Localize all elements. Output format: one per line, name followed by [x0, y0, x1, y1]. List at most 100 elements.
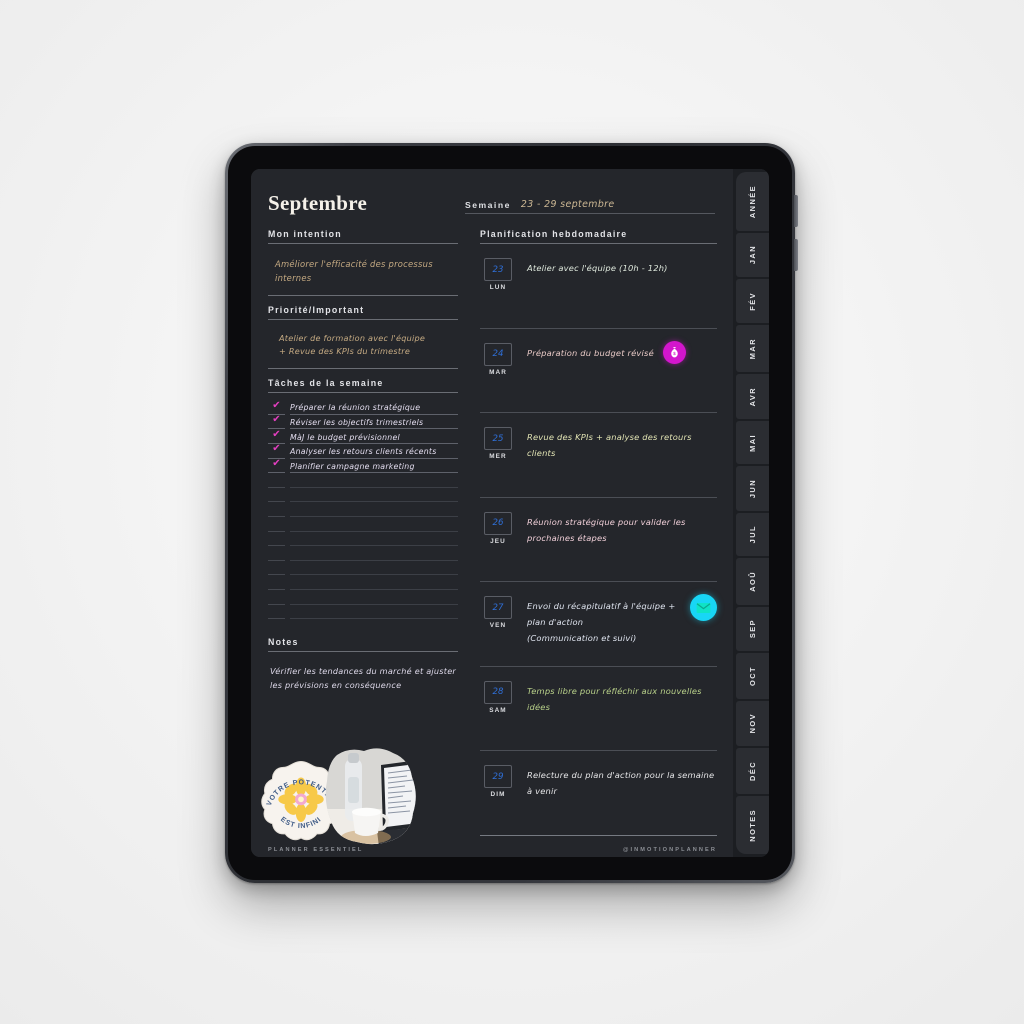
mail-icon[interactable]: [690, 594, 717, 621]
month-tab-mai[interactable]: MAI: [736, 420, 769, 465]
tablet-screen: Septembre Semaine 23 - 29 septembre Mon …: [251, 169, 769, 857]
day-row[interactable]: 29 DIM Relecture du plan d'action pour la …: [480, 751, 717, 836]
day-entry-text[interactable]: Revue des KPIs + analyse des retours cli…: [527, 429, 717, 461]
day-entry-text[interactable]: Envoi du récapitulatif à l'équipe + plan…: [527, 598, 681, 647]
day-entry-body: Préparation du budget révisé $: [513, 340, 717, 364]
day-name: MER: [489, 453, 507, 460]
content-columns: Mon intention Améliorer l'efficacité des…: [251, 229, 733, 857]
day-row[interactable]: 24 MAR Préparation du budget révisé $: [480, 329, 717, 413]
day-entry-text[interactable]: Relecture du plan d'action pour la semai…: [527, 767, 717, 799]
month-tab-oct[interactable]: OCT: [736, 653, 769, 699]
day-entry-text[interactable]: Réunion stratégique pour valider les pro…: [527, 514, 717, 546]
month-tab-sep[interactable]: SEP: [736, 606, 769, 652]
day-number: 27: [484, 596, 512, 619]
week-label: Semaine: [465, 200, 511, 210]
month-tab-label: NOV: [748, 713, 757, 734]
section-heading-priority: Priorité/Important: [268, 305, 458, 320]
month-tab-label: MAR: [748, 338, 757, 360]
day-row[interactable]: 23 LUN Atelier avec l'équipe (10h - 12h): [480, 244, 717, 329]
volume-up-button[interactable]: [794, 195, 798, 227]
task-checkbox-icon[interactable]: [268, 603, 285, 620]
month-tab-label: JUN: [748, 478, 757, 498]
day-name: JEU: [490, 537, 506, 545]
month-tab-rail: ANNÉE JAN FÉV MAR AVR MAI JUN JUL AOÛ SEP OCT NOV DÉ…: [733, 169, 769, 857]
weekly-day-list: 23 LUN Atelier avec l'équipe (10h - 12h) 24…: [480, 244, 717, 836]
day-number: 25: [484, 427, 512, 450]
day-entry-body: Réunion stratégique pour valider les pro…: [513, 512, 717, 546]
month-tab-label: SEP: [748, 619, 757, 639]
month-tab-dc[interactable]: DÉC: [736, 748, 769, 794]
month-tab-label: OCT: [748, 665, 757, 686]
month-tab-label: DÉC: [748, 761, 757, 782]
desk-photo: [325, 748, 416, 845]
footer-brand: PLANNER ESSENTIEL: [268, 847, 364, 853]
week-range-value[interactable]: 23 - 29 septembre: [521, 199, 615, 210]
tablet-bezel: Septembre Semaine 23 - 29 septembre Mon …: [228, 146, 792, 880]
task-label[interactable]: [290, 602, 458, 620]
month-tab-nov[interactable]: NOV: [736, 700, 769, 747]
page-header: Septembre Semaine 23 - 29 septembre: [251, 169, 733, 229]
day-number: 28: [484, 680, 512, 704]
month-tab-jul[interactable]: JUL: [736, 512, 769, 557]
month-tab-mar[interactable]: MAR: [736, 325, 769, 372]
day-entry-text[interactable]: Préparation du budget révisé: [527, 345, 654, 361]
volume-down-button[interactable]: [794, 239, 798, 271]
day-date-box: 26 JEU: [483, 511, 513, 545]
month-tab-label: AVR: [748, 386, 757, 407]
day-row[interactable]: 28 SAM Temps libre pour réfléchir aux nouv…: [480, 667, 717, 751]
day-row[interactable]: 26 JEU Réunion stratégique pour valider le…: [480, 498, 717, 582]
month-tab-label: JAN: [748, 245, 757, 265]
month-tab-label: MAI: [748, 433, 757, 452]
month-tab-label: AOÛ: [748, 571, 757, 592]
day-entry-text[interactable]: Temps libre pour réfléchir aux nouvelles…: [527, 683, 717, 715]
priority-text[interactable]: Atelier de formation avec l'équipe + Rev…: [268, 332, 458, 360]
day-entry-text[interactable]: Atelier avec l'équipe (10h - 12h): [527, 260, 668, 276]
day-date-box: 29 DIM: [483, 765, 513, 798]
footer-handle: @INMOTIONPLANNER: [622, 847, 717, 853]
divider-priority: [268, 368, 458, 370]
month-tab-notes[interactable]: NOTES: [736, 795, 769, 855]
day-row[interactable]: 25 MER Revue des KPIs + analyse des retour…: [480, 413, 717, 498]
section-heading-tasks: Tâches de la semaine: [268, 378, 458, 394]
day-date-box: 24 MAR: [483, 342, 513, 376]
day-row[interactable]: 27 VEN Envoi du récapitulatif à l'équipe +…: [480, 582, 717, 667]
tablet-device: Septembre Semaine 23 - 29 septembre Mon …: [225, 143, 798, 883]
day-entry-body: Envoi du récapitulatif à l'équipe + plan…: [513, 594, 717, 647]
right-column: Planification hebdomadaire 23 LUN Atelier …: [472, 229, 733, 857]
day-entry-body: Relecture du plan d'action pour la semai…: [513, 765, 717, 799]
day-number: 23: [484, 258, 512, 281]
month-tab-label: FÉV: [748, 291, 757, 311]
day-date-box: 27 VEN: [483, 596, 513, 629]
day-name: MAR: [489, 368, 507, 376]
money-bag-icon[interactable]: $: [662, 340, 686, 364]
month-tab-avr[interactable]: AVR: [736, 373, 769, 419]
day-entry-body: Temps libre pour réfléchir aux nouvelles…: [513, 681, 717, 715]
week-selector[interactable]: Semaine 23 - 29 septembre: [465, 199, 715, 214]
month-tab-label: ANNÉE: [748, 184, 757, 218]
decorative-artwork: VOTRE POTENTIEL EST INFINI: [253, 747, 438, 847]
day-number: 29: [484, 765, 512, 788]
day-entry-body: Revue des KPIs + analyse des retours cli…: [513, 427, 717, 461]
day-name: SAM: [489, 706, 507, 714]
day-entry-body: Atelier avec l'équipe (10h - 12h): [513, 258, 717, 276]
month-tab-fv[interactable]: FÉV: [736, 279, 769, 324]
day-number: 24: [484, 342, 512, 366]
section-heading-notes: Notes: [268, 637, 458, 653]
page-title: Septembre: [268, 191, 368, 215]
day-name: LUN: [489, 284, 507, 291]
month-tab-ao[interactable]: AOÛ: [736, 558, 769, 605]
day-name: DIM: [490, 791, 506, 798]
month-tab-jun[interactable]: JUN: [736, 466, 769, 511]
day-date-box: 28 SAM: [483, 680, 513, 714]
divider-intention: [268, 294, 458, 296]
month-tab-label: NOTES: [748, 808, 757, 842]
day-date-box: 25 MER: [483, 427, 513, 460]
section-heading-planning: Planification hebdomadaire: [480, 229, 717, 244]
notes-text[interactable]: Vérifier les tendances du marché et ajus…: [268, 664, 458, 692]
month-tab-anne[interactable]: ANNÉE: [736, 172, 769, 231]
planner-page: Septembre Semaine 23 - 29 septembre Mon …: [251, 169, 733, 857]
task-row[interactable]: [268, 605, 458, 620]
intention-text[interactable]: Améliorer l'efficacité des processus int…: [268, 258, 458, 286]
month-tab-jan[interactable]: JAN: [736, 232, 769, 278]
day-name: VEN: [489, 622, 507, 629]
